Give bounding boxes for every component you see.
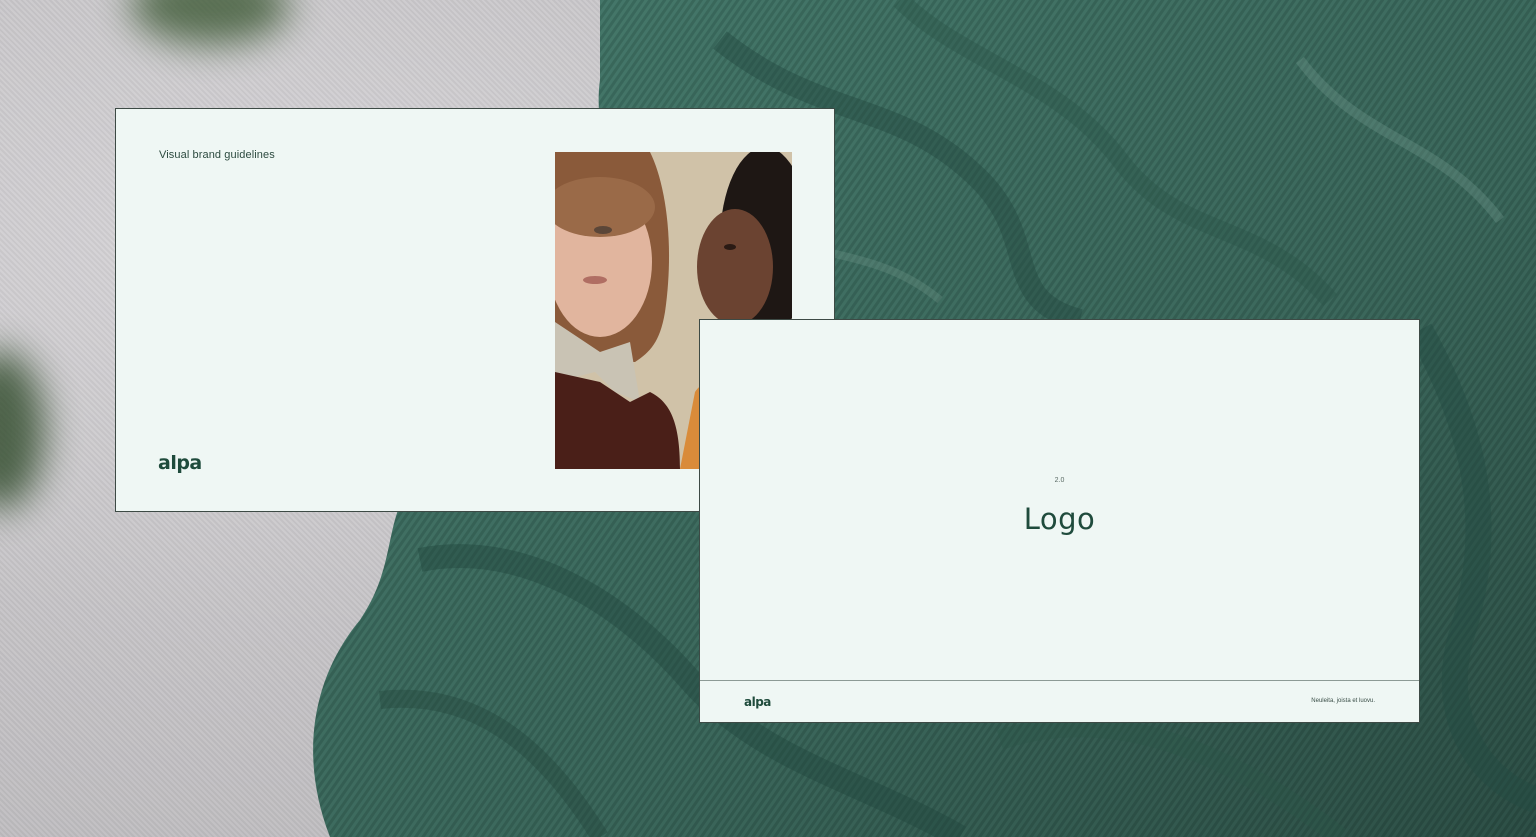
blurred-plant-leaf-top — [130, 0, 290, 45]
brand-logo: alpa — [158, 452, 202, 474]
blurred-plant-leaf — [0, 350, 45, 510]
section-slide: 2.0 Logo alpa Neuleita, joista et luovu. — [699, 319, 1420, 723]
footer-divider — [700, 680, 1419, 681]
footer-brand-logo: alpa — [744, 695, 771, 709]
footer-tagline: Neuleita, joista et luovu. — [1311, 698, 1375, 704]
section-number: 2.0 — [1054, 477, 1065, 484]
cover-title: Visual brand guidelines — [159, 149, 275, 161]
section-title: Logo — [1023, 502, 1096, 536]
